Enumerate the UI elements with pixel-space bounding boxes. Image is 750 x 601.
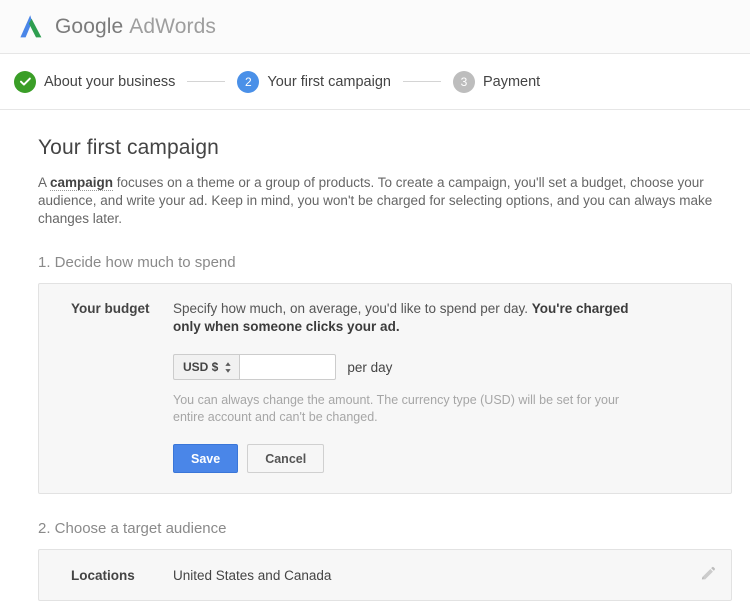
budget-helper-text: You can always change the amount. The cu… [173,392,643,426]
budget-label: Your budget [71,300,173,316]
step-label-payment: Payment [483,74,540,90]
check-icon [19,75,32,88]
currency-select-value: USD $ [183,360,218,374]
adwords-triangle-logo-icon [16,12,46,42]
locations-card: Locations United States and Canada [38,549,732,601]
budget-body: Specify how much, on average, you'd like… [173,300,715,473]
page-title: Your first campaign [38,136,730,160]
spinner-updown-icon [224,361,232,374]
step-connector-1 [187,81,225,82]
budget-description-normal: Specify how much, on average, you'd like… [173,301,532,316]
step-connector-2 [403,81,441,82]
progress-stepper: About your business 2 Your first campaig… [0,54,750,110]
section-title-spend: 1. Decide how much to spend [38,254,730,271]
save-button[interactable]: Save [173,444,238,473]
step-label-your-first-campaign: Your first campaign [267,74,391,90]
budget-amount-input[interactable] [239,354,336,380]
budget-card: Your budget Specify how much, on average… [38,283,732,494]
step-your-first-campaign[interactable]: 2 Your first campaign [237,71,391,93]
budget-amount-row: USD $ per day [173,354,715,380]
main-content: Your first campaign A campaign focuses o… [0,110,750,601]
cancel-button[interactable]: Cancel [247,444,324,473]
campaign-term-tooltip[interactable]: campaign [50,175,113,191]
step-badge-complete [14,71,36,93]
pencil-icon[interactable] [699,566,717,584]
budget-button-row: Save Cancel [173,444,715,473]
brand-header: Google AdWords [0,0,750,54]
step-about-your-business[interactable]: About your business [14,71,175,93]
desc-text-after: focuses on a theme or a group of product… [38,175,712,226]
desc-text-before: A [38,175,50,190]
currency-select[interactable]: USD $ [173,354,239,380]
step-badge-upcoming: 3 [453,71,475,93]
brand-word-google: Google [55,15,123,38]
step-payment[interactable]: 3 Payment [453,71,540,93]
budget-card-row: Your budget Specify how much, on average… [39,300,731,473]
locations-value: United States and Canada [173,568,699,583]
budget-description: Specify how much, on average, you'd like… [173,300,643,336]
page-description: A campaign focuses on a theme or a group… [38,174,724,228]
per-day-label: per day [347,360,392,375]
brand-wordmark: Google AdWords [55,15,216,39]
locations-label: Locations [71,568,173,583]
section-title-audience: 2. Choose a target audience [38,520,730,537]
brand-word-adwords: AdWords [129,15,216,38]
step-badge-current: 2 [237,71,259,93]
step-label-about-your-business: About your business [44,74,175,90]
